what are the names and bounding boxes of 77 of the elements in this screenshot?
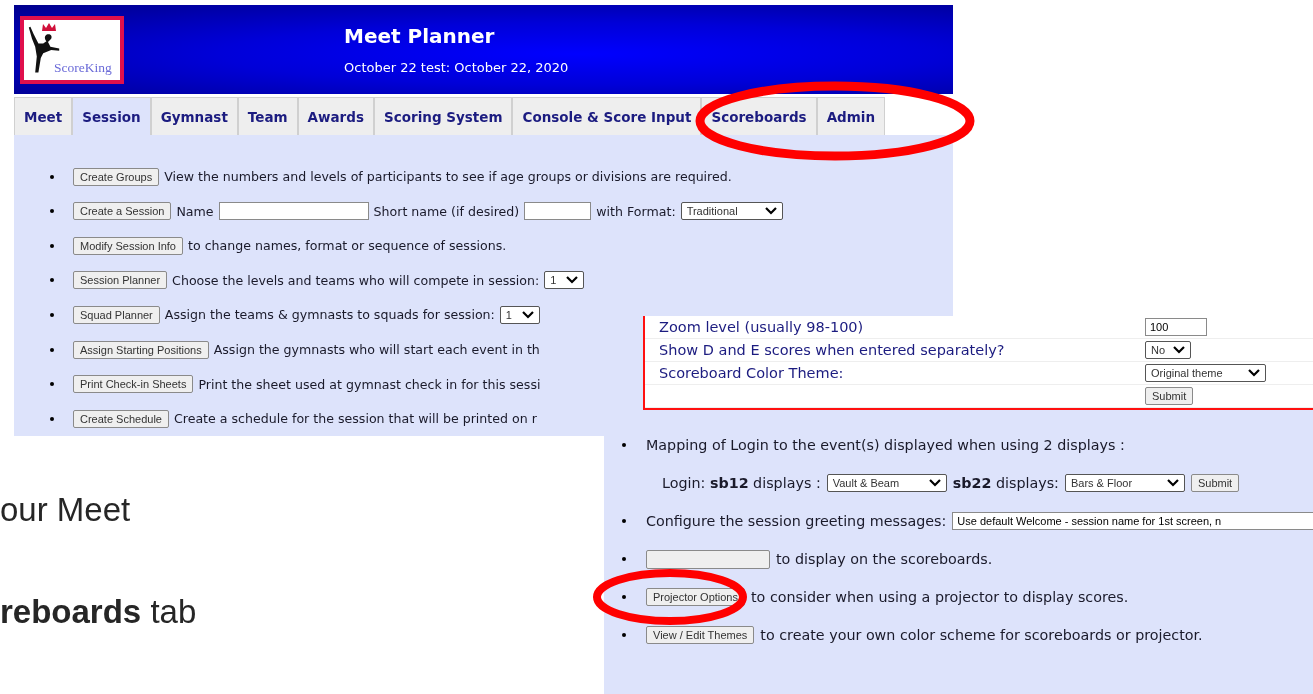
text: Create a schedule for the session that will be printed on r bbox=[173, 411, 537, 427]
tab[interactable]: Scoring System bbox=[374, 97, 513, 136]
text: to create your own color scheme for scoreboards or projector. bbox=[760, 627, 1203, 643]
bullet bbox=[622, 633, 626, 637]
tab[interactable]: Gymnast bbox=[150, 97, 238, 136]
page-subtitle: October 22 test: October 22, 2020 bbox=[344, 60, 569, 76]
text: to change names, format or sequence of sessions. bbox=[188, 238, 507, 254]
chevron-icon bbox=[566, 276, 579, 285]
chevron-icon bbox=[1173, 346, 1186, 354]
submit-button[interactable]: Submit bbox=[1145, 387, 1194, 405]
chevron-icon bbox=[522, 310, 535, 319]
button[interactable]: Print Check-in Sheets bbox=[73, 375, 194, 394]
chevron-icon bbox=[1247, 369, 1260, 377]
text: with Format: bbox=[596, 203, 676, 219]
setting-label: Scoreboard Color Theme: bbox=[659, 365, 844, 381]
crown-icon bbox=[41, 21, 57, 32]
button[interactable]: Create Schedule bbox=[73, 409, 169, 428]
dropdown[interactable]: Original theme bbox=[1145, 364, 1266, 382]
text: Configure the session greeting messages: bbox=[646, 513, 947, 529]
button[interactable]: Session Planner bbox=[73, 271, 168, 290]
dropdown[interactable]: Vault & Beam bbox=[826, 474, 947, 492]
input-field[interactable] bbox=[524, 202, 592, 221]
text: Short name (if desired) bbox=[373, 203, 520, 219]
input-field[interactable] bbox=[218, 202, 369, 221]
dropdown[interactable]: No bbox=[1145, 341, 1192, 359]
button[interactable]: Submit bbox=[1190, 474, 1240, 492]
text: Assign the teams & gymnasts to squads for session: bbox=[164, 307, 495, 323]
bullet bbox=[50, 382, 54, 387]
tab[interactable]: Team bbox=[237, 97, 298, 136]
button[interactable]: Modify Session Info bbox=[73, 236, 183, 255]
text: Choose the levels and teams who will compete in session: bbox=[172, 272, 540, 288]
button[interactable]: Create Groups bbox=[73, 167, 160, 186]
bullet bbox=[622, 519, 626, 523]
page-title: Meet Planner bbox=[344, 24, 496, 49]
button[interactable]: Assign Starting Positions bbox=[73, 340, 209, 359]
tab[interactable]: Admin bbox=[816, 97, 886, 136]
text: Login: sb12 displays : bbox=[662, 475, 821, 491]
dropdown[interactable]: Bars & Floor bbox=[1064, 474, 1185, 492]
input-field[interactable]: 100 bbox=[1145, 318, 1207, 336]
bullet bbox=[622, 443, 626, 447]
text: Assign the gymnasts who will start each event in th bbox=[213, 342, 540, 357]
logo-text: ScoreKing bbox=[54, 59, 112, 76]
button[interactable]: Squad Planner bbox=[73, 305, 160, 324]
chevron-icon bbox=[1166, 479, 1179, 487]
button[interactable]: Create a Session bbox=[73, 202, 172, 221]
tab[interactable]: Awards bbox=[297, 97, 374, 136]
text: Mapping of Login to the event(s) displayed when using 2 displays : bbox=[646, 437, 1125, 453]
bullet bbox=[50, 312, 54, 317]
bullet bbox=[50, 416, 54, 421]
bullet bbox=[50, 174, 54, 179]
input-field[interactable]: Use default Welcome - session name for 1st screen, n bbox=[952, 512, 1313, 530]
text: Name bbox=[176, 203, 214, 219]
dropdown[interactable]: 1 bbox=[544, 271, 585, 290]
dropdown[interactable]: 1 bbox=[499, 305, 541, 324]
text: sb22 displays: bbox=[952, 475, 1059, 491]
dropdown[interactable]: Traditional bbox=[680, 202, 783, 221]
tab[interactable]: Session bbox=[72, 97, 151, 136]
tab[interactable]: Meet bbox=[14, 97, 73, 136]
chevron-icon bbox=[764, 207, 777, 216]
text: to consider when using a projector to display scores. bbox=[751, 589, 1129, 605]
setting-label: Zoom level (usually 98-100) bbox=[659, 319, 864, 335]
text: to display on the scoreboards. bbox=[776, 551, 993, 567]
slide-text: our Meet bbox=[0, 490, 132, 530]
button[interactable]: View / Edit Themes bbox=[646, 626, 755, 644]
bullet bbox=[622, 595, 626, 599]
chevron-icon bbox=[928, 479, 941, 487]
bullet bbox=[622, 557, 626, 561]
text: Print the sheet used at gymnast check in for this sessi bbox=[198, 376, 541, 392]
setting-label: Show D and E scores when entered separately? bbox=[659, 342, 1005, 358]
tab[interactable]: Console & Score Input bbox=[512, 97, 702, 136]
text: View the numbers and levels of participants to see if age groups or divisions are required. bbox=[164, 169, 732, 185]
bullet bbox=[50, 278, 54, 283]
bullet bbox=[50, 243, 54, 248]
bullet bbox=[50, 209, 54, 214]
bullet bbox=[50, 347, 54, 352]
button[interactable] bbox=[646, 549, 770, 569]
slide-text: reboards tab bbox=[0, 592, 197, 632]
